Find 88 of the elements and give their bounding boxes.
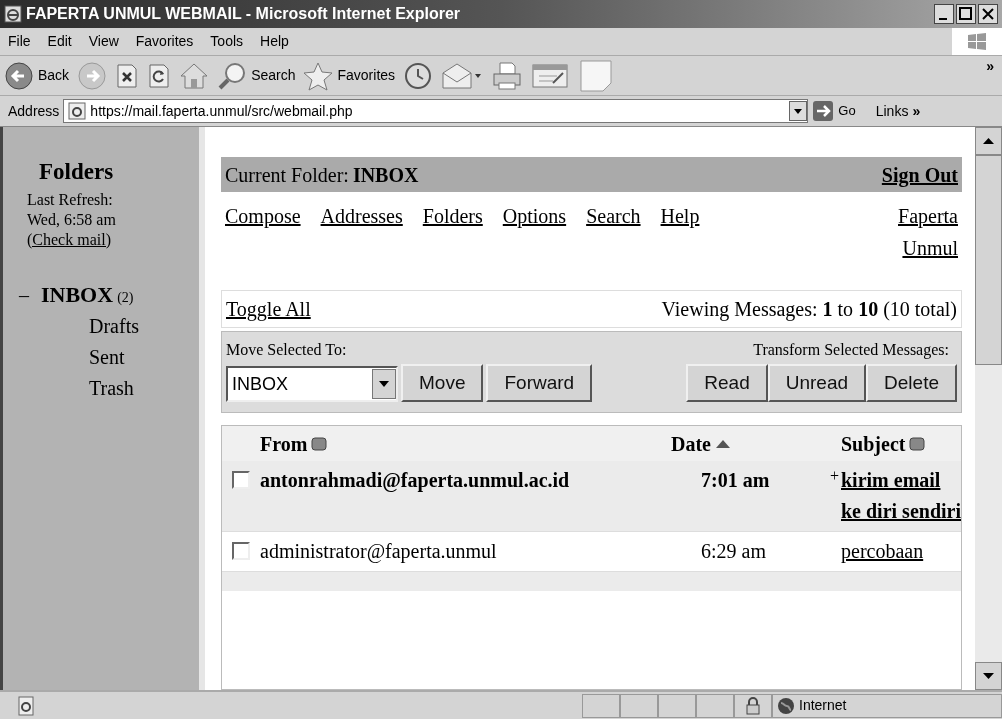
links-overflow[interactable]: » bbox=[912, 100, 921, 122]
refresh-time: Wed, 6:58 am bbox=[27, 209, 117, 230]
sidebar-title: Folders bbox=[38, 158, 115, 186]
folder-item[interactable]: Drafts bbox=[27, 310, 199, 342]
star-icon bbox=[303, 60, 334, 91]
select-value: INBOX bbox=[232, 372, 289, 396]
blank-page-icon bbox=[579, 58, 614, 93]
menu-item[interactable]: Help bbox=[260, 31, 289, 52]
sender-cell-text: antonrahmadi@faperta.unmul.ac.id bbox=[260, 468, 571, 494]
browser-logo-icon bbox=[4, 5, 22, 23]
transform-button[interactable]: Unread bbox=[767, 364, 867, 402]
brand-link[interactable]: Faperta Unmul bbox=[876, 200, 958, 290]
scrollbar[interactable] bbox=[975, 127, 1002, 690]
menu-item[interactable]: Edit bbox=[47, 31, 72, 52]
unread-count: (2) bbox=[117, 288, 134, 307]
subject-link[interactable]: percobaan bbox=[841, 536, 961, 567]
sort-toggle-icon[interactable] bbox=[311, 436, 328, 451]
folder-item[interactable]: Trash bbox=[27, 372, 199, 404]
sort-toggle-icon[interactable] bbox=[909, 436, 926, 451]
current-folder-name: INBOX bbox=[352, 162, 420, 188]
page-status-icon bbox=[16, 694, 36, 717]
maximize-icon[interactable] bbox=[956, 4, 976, 24]
nav-link[interactable]: Options bbox=[502, 200, 567, 232]
address-field[interactable]: https://mail.faperta.unmul/src/webmail.php bbox=[63, 99, 809, 123]
toolbar-label[interactable]: Back bbox=[38, 65, 70, 86]
scroll-thumb[interactable] bbox=[975, 155, 1002, 365]
column-header[interactable]: Subject bbox=[841, 428, 906, 459]
nav-link[interactable]: Help bbox=[660, 200, 700, 232]
status-pane bbox=[582, 693, 620, 718]
transform-label: Transform Selected Messages: bbox=[753, 340, 950, 361]
refresh-icon bbox=[147, 62, 172, 89]
address-label: Address bbox=[8, 101, 60, 121]
nav-link[interactable]: Addresses bbox=[320, 200, 403, 232]
status-pane bbox=[658, 693, 696, 718]
menu-item[interactable]: View bbox=[88, 31, 119, 52]
flag-logo-icon bbox=[966, 31, 988, 52]
flag-text: + bbox=[829, 466, 839, 486]
padlock-icon bbox=[745, 696, 761, 715]
globe-icon bbox=[777, 696, 795, 715]
toggle-all-link[interactable]: Toggle All bbox=[226, 294, 662, 324]
column-header[interactable]: From bbox=[260, 428, 308, 459]
transform-button[interactable]: Delete bbox=[866, 364, 957, 402]
toolbar-overflow[interactable]: » bbox=[986, 56, 994, 77]
minimize-icon[interactable] bbox=[934, 4, 954, 24]
check-mail-link[interactable]: (Check mail) bbox=[27, 229, 111, 250]
scroll-up-icon[interactable] bbox=[975, 127, 1002, 155]
toolbar-label[interactable]: Favorites bbox=[337, 65, 396, 86]
house-icon bbox=[179, 61, 210, 90]
viewing-messages-text: Viewing Messages: 1 to 10 (10 total) bbox=[661, 297, 957, 323]
message-checkbox[interactable] bbox=[232, 471, 250, 489]
close-icon[interactable] bbox=[978, 4, 998, 24]
nav-link[interactable]: Compose bbox=[225, 200, 301, 232]
sort-up-icon[interactable] bbox=[715, 438, 731, 449]
menu-item[interactable]: Favorites bbox=[135, 31, 194, 52]
sign-out-link[interactable]: Sign Out bbox=[881, 159, 958, 190]
move-button[interactable]: Forward bbox=[486, 364, 593, 402]
message-checkbox[interactable] bbox=[232, 542, 250, 560]
stop-icon bbox=[115, 62, 140, 89]
move-label: Move Selected To: bbox=[226, 340, 348, 360]
collapse-toggle[interactable]: – bbox=[19, 279, 29, 310]
sender-cell-text: administrator@faperta.unmul bbox=[260, 539, 498, 565]
folder-item[interactable]: Sent bbox=[27, 341, 199, 373]
column-header[interactable]: Date bbox=[671, 428, 711, 459]
search-icon bbox=[217, 60, 248, 91]
transform-button[interactable]: Read bbox=[686, 364, 768, 402]
menu-item[interactable]: Tools bbox=[210, 31, 244, 52]
go-button[interactable]: Go bbox=[838, 101, 856, 121]
zone-label: Internet bbox=[799, 696, 847, 715]
nav-link[interactable]: Search bbox=[586, 200, 641, 232]
menu-item[interactable]: File bbox=[8, 31, 31, 52]
current-folder-label: Current Folder: bbox=[225, 162, 349, 188]
address-url: https://mail.faperta.unmul/src/webmail.php bbox=[90, 101, 354, 121]
toolbar-label[interactable]: Search bbox=[251, 65, 296, 86]
page-icon bbox=[68, 102, 87, 120]
scroll-down-icon[interactable] bbox=[975, 662, 1002, 690]
date-cell-text: 7:01 am bbox=[701, 468, 770, 493]
window-title: FAPERTA UNMUL WEBMAIL - Microsoft Internet Explorer bbox=[26, 4, 462, 24]
links-label[interactable]: Links bbox=[875, 100, 909, 122]
status-pane bbox=[620, 693, 658, 718]
date-cell-text: 6:29 am bbox=[701, 539, 766, 564]
folder-select[interactable]: INBOX bbox=[226, 366, 398, 402]
move-button[interactable]: Move bbox=[401, 364, 484, 402]
clock-icon bbox=[403, 60, 434, 91]
folder-item[interactable]: INBOX bbox=[41, 277, 114, 311]
printer-icon bbox=[491, 60, 524, 91]
subject-link[interactable]: kirim email ke diri sendiri bbox=[841, 465, 961, 527]
nav-link[interactable]: Folders bbox=[422, 200, 483, 232]
refresh-label: Last Refresh: bbox=[27, 189, 114, 210]
